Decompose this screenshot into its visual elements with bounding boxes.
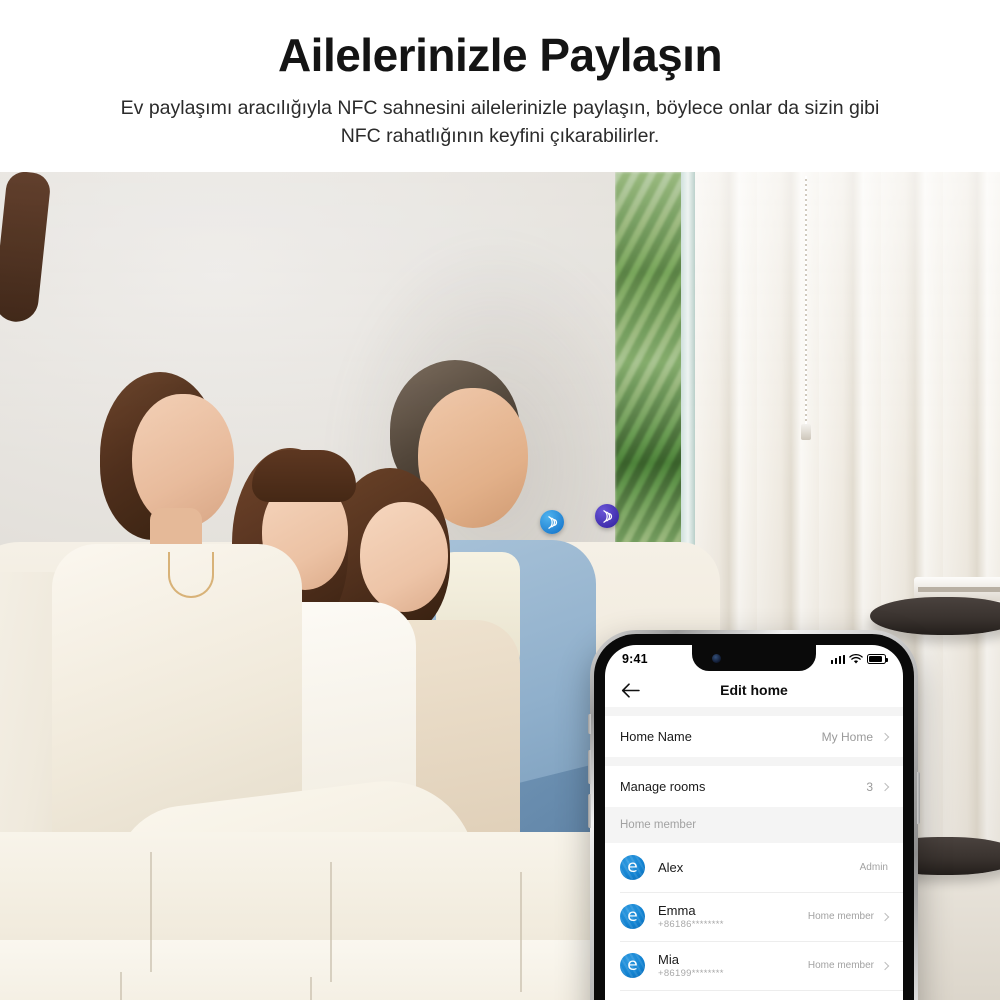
- wifi-icon: [849, 653, 863, 664]
- status-icons: [830, 653, 888, 665]
- page-subtitle: Ev paylaşımı aracılığıyla NFC sahnesini …: [120, 97, 880, 147]
- cellular-signal-icon: [830, 654, 845, 664]
- avatar-letter: e: [627, 856, 638, 877]
- photo-overlay: [0, 172, 1000, 1000]
- avatar-letter: e: [627, 954, 638, 975]
- status-time: 9:41: [622, 652, 648, 666]
- page-title: Ailelerinizle Paylaşın: [277, 29, 723, 81]
- lifestyle-photo: 9:41 e e e: [0, 172, 1000, 1000]
- battery-icon: [867, 654, 888, 664]
- status-bar: 9:41: [605, 645, 903, 673]
- promo-page: Ailelerinizle Paylaşın Ev paylaşımı arac…: [0, 0, 1000, 1000]
- header-section: Ailelerinizle Paylaşın Ev paylaşımı arac…: [0, 0, 1000, 172]
- avatar-letter: e: [627, 905, 638, 926]
